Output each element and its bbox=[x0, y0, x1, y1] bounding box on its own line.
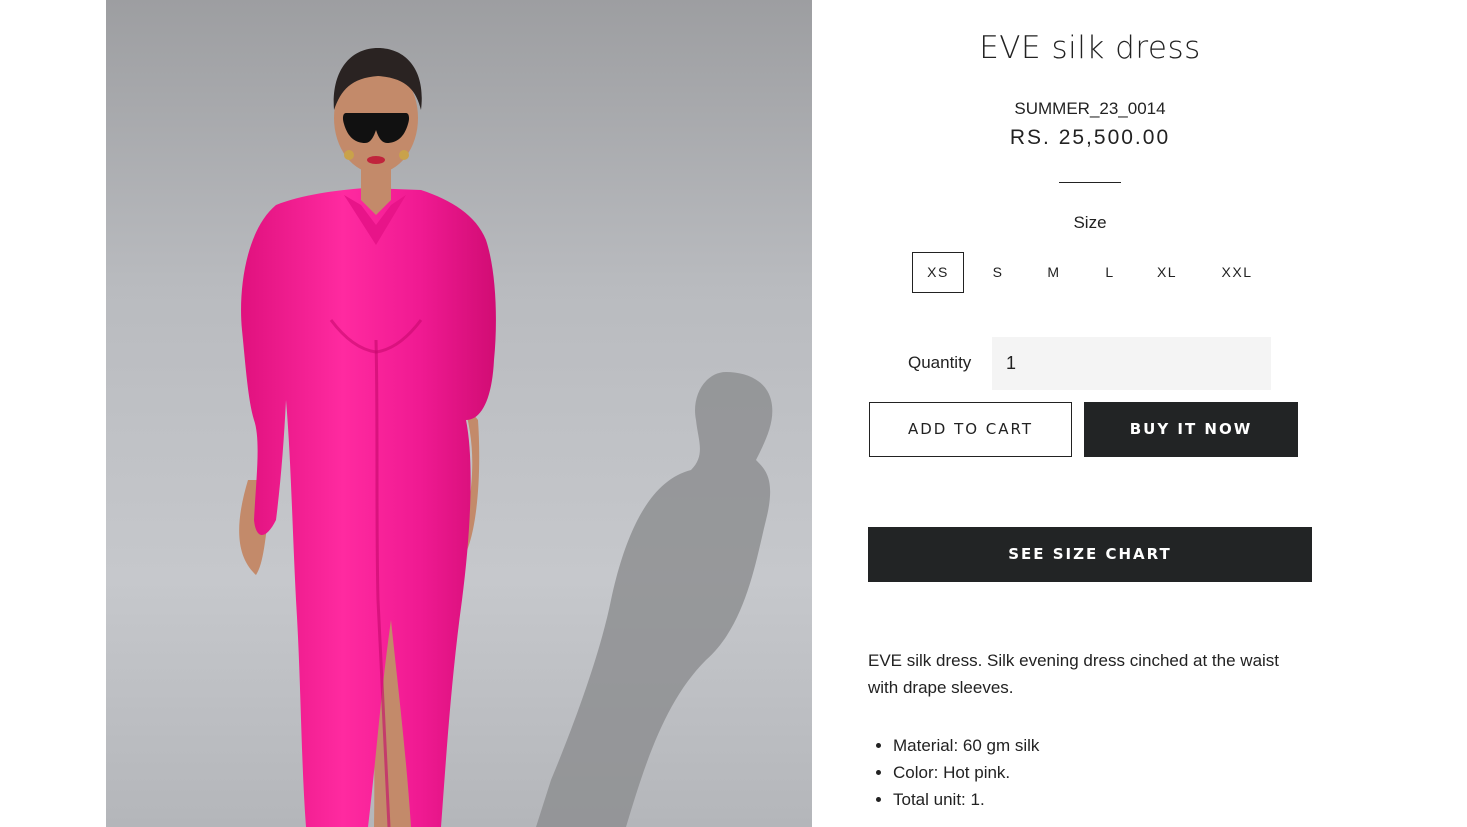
size-chart-button[interactable]: SEE SIZE CHART bbox=[868, 527, 1312, 582]
size-option-xxl[interactable]: XXL bbox=[1212, 252, 1262, 293]
size-option-s[interactable]: S bbox=[980, 252, 1016, 293]
model-illustration bbox=[106, 0, 812, 827]
size-label: Size bbox=[1073, 213, 1107, 232]
feature-item: Color: Hot pink. bbox=[893, 759, 1039, 786]
product-price: RS. 25,500.00 bbox=[1009, 126, 1171, 149]
product-title: EVE silk dress bbox=[979, 30, 1201, 66]
product-sku: SUMMER_23_0014 bbox=[1014, 99, 1166, 118]
size-option-m[interactable]: M bbox=[1036, 252, 1072, 293]
size-option-xl[interactable]: XL bbox=[1146, 252, 1188, 293]
size-option-l[interactable]: L bbox=[1092, 252, 1128, 293]
quantity-input[interactable] bbox=[992, 337, 1271, 390]
size-option-xs[interactable]: XS bbox=[912, 252, 964, 293]
product-page: EVE silk dress SUMMER_23_0014 RS. 25,500… bbox=[0, 0, 1467, 827]
add-to-cart-button[interactable]: ADD TO CART bbox=[869, 402, 1072, 457]
feature-list: Material: 60 gm silk Color: Hot pink. To… bbox=[868, 732, 1039, 813]
quantity-label: Quantity bbox=[908, 353, 972, 372]
product-image[interactable] bbox=[106, 0, 812, 827]
product-description: EVE silk dress. Silk evening dress cinch… bbox=[868, 651, 1280, 697]
divider bbox=[1059, 182, 1121, 183]
buy-now-button[interactable]: BUY IT NOW bbox=[1084, 402, 1298, 457]
feature-item: Material: 60 gm silk bbox=[893, 732, 1039, 759]
feature-item: Total unit: 1. bbox=[893, 786, 1039, 813]
